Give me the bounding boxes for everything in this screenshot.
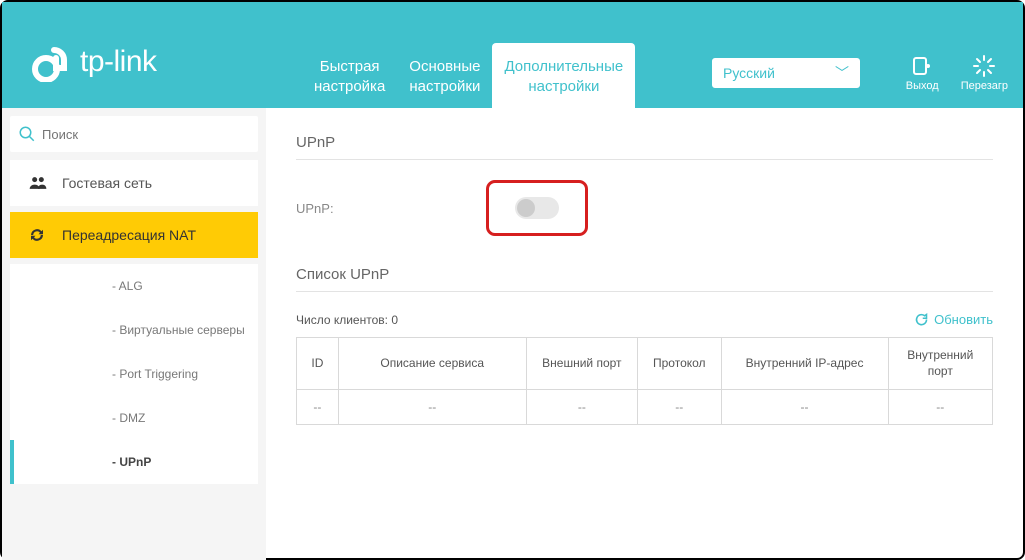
clients-count: Число клиентов: 0 — [296, 313, 398, 327]
sidebar-sub-vservers[interactable]: - Виртуальные серверы — [10, 308, 258, 352]
users-icon — [28, 175, 50, 191]
sidebar-item-guest[interactable]: Гостевая сеть — [10, 160, 258, 206]
cell-empty: -- — [526, 390, 637, 425]
upnp-table: ID Описание сервиса Внешний порт Протоко… — [296, 337, 993, 425]
search-input[interactable] — [42, 127, 250, 142]
upnp-highlight — [486, 180, 588, 236]
refresh-icon — [28, 226, 50, 244]
upnp-toggle[interactable] — [515, 197, 559, 219]
col-protocol: Протокол — [638, 338, 722, 390]
col-id: ID — [297, 338, 339, 390]
col-desc: Описание сервиса — [338, 338, 526, 390]
reboot-button[interactable]: Перезагр — [961, 52, 1008, 92]
table-header-row: ID Описание сервиса Внешний порт Протоко… — [297, 338, 993, 390]
tab-quick-setup[interactable]: Быстраянастройка — [302, 43, 397, 108]
sidebar-sub-dmz[interactable]: - DMZ — [10, 396, 258, 440]
language-value: Русский — [723, 65, 775, 81]
search-box[interactable] — [10, 116, 258, 152]
sidebar-item-label: Переадресация NAT — [62, 227, 196, 243]
content: UPnP UPnP: Список UPnP Число клиентов: 0… — [266, 108, 1023, 560]
reboot-label: Перезагр — [961, 80, 1008, 92]
logout-button[interactable]: Выход — [906, 52, 939, 92]
col-intport: Внутренний порт — [888, 338, 992, 390]
upnp-label: UPnP: — [296, 201, 486, 216]
cell-empty: -- — [721, 390, 888, 425]
refresh-label: Обновить — [934, 312, 993, 327]
brand-logo: tp-link — [32, 42, 157, 82]
sidebar: Гостевая сеть Переадресация NAT - ALG - … — [2, 108, 266, 560]
language-select[interactable]: Русский ﹀ — [712, 58, 860, 88]
header: tp-link Быстраянастройка Основныенастрой… — [2, 2, 1023, 108]
divider — [296, 291, 993, 292]
header-actions: Выход Перезагр — [906, 52, 1008, 92]
logout-label: Выход — [906, 80, 939, 92]
cell-empty: -- — [638, 390, 722, 425]
cell-empty: -- — [297, 390, 339, 425]
sidebar-sub-upnp[interactable]: - UPnP — [10, 440, 258, 484]
section-title-upnplist: Список UPnP — [296, 266, 993, 283]
reboot-icon — [961, 52, 1008, 80]
list-header: Число клиентов: 0 Обновить — [296, 312, 993, 327]
tab-basic[interactable]: Основныенастройки — [397, 43, 492, 108]
divider — [296, 159, 993, 160]
upnp-row: UPnP: — [296, 180, 993, 236]
tplink-icon — [32, 42, 72, 82]
table-row: -- -- -- -- -- -- — [297, 390, 993, 425]
tab-advanced[interactable]: Дополнительныенастройки — [492, 43, 635, 108]
toggle-knob — [517, 199, 535, 217]
chevron-down-icon: ﹀ — [835, 63, 849, 83]
refresh-button[interactable]: Обновить — [914, 312, 993, 327]
brand-text: tp-link — [80, 45, 157, 79]
logout-icon — [906, 52, 939, 80]
sidebar-sub-porttrig[interactable]: - Port Triggering — [10, 352, 258, 396]
section-title-upnp: UPnP — [296, 134, 993, 151]
sidebar-item-nat[interactable]: Переадресация NAT — [10, 212, 258, 258]
col-extport: Внешний порт — [526, 338, 637, 390]
sidebar-item-label: Гостевая сеть — [62, 175, 152, 191]
refresh-icon — [914, 312, 929, 327]
search-icon — [18, 125, 36, 143]
cell-empty: -- — [888, 390, 992, 425]
cell-empty: -- — [338, 390, 526, 425]
col-intip: Внутренний IP-адрес — [721, 338, 888, 390]
sidebar-sub-alg[interactable]: - ALG — [10, 264, 258, 308]
nav-tabs: Быстраянастройка Основныенастройки Допол… — [302, 43, 635, 108]
